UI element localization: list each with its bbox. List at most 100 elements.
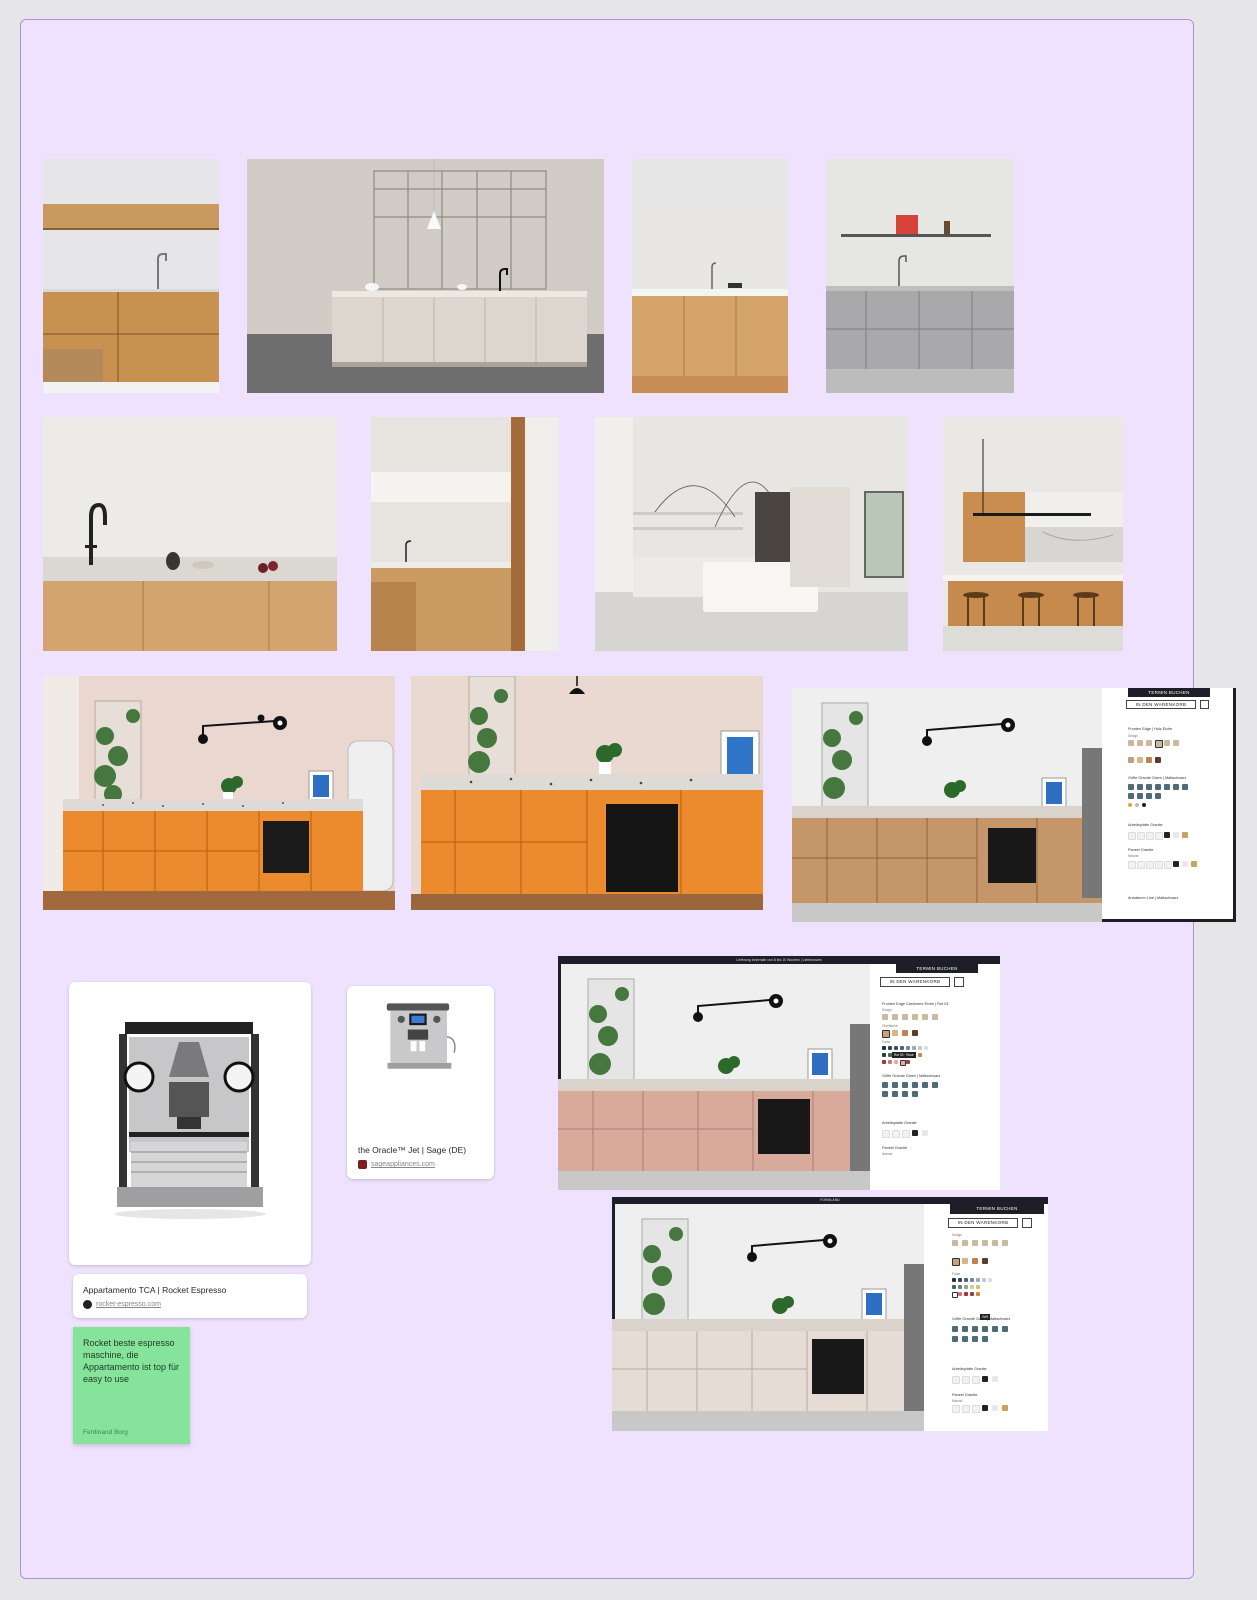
swatch[interactable] [1128,793,1134,799]
swatch[interactable] [1155,757,1161,763]
section-panel-label[interactable]: Paneel Granite [952,1393,977,1397]
swatch[interactable] [902,1091,908,1097]
swatch[interactable] [906,1046,910,1050]
swatch[interactable] [982,1240,988,1246]
swatch[interactable] [952,1240,958,1246]
kitchen-black-faucet-photo[interactable] [43,417,337,651]
swatch[interactable] [982,1405,988,1411]
swatch[interactable] [882,1130,890,1138]
swatch[interactable] [1128,784,1134,790]
swatch[interactable] [1191,861,1197,867]
rocket-espresso-link-card[interactable]: Appartamento TCA | Rocket Espresso rocke… [73,1274,307,1318]
swatch[interactable] [1002,1326,1008,1332]
swatch[interactable] [888,1060,892,1064]
kitchen-doorway-photo[interactable] [371,417,559,651]
swatch[interactable] [1137,784,1143,790]
swatch[interactable] [1155,793,1161,799]
rocket-espresso-image-card[interactable] [69,982,311,1265]
swatch[interactable] [958,1285,962,1289]
swatch[interactable] [1146,757,1152,763]
sage-oracle-link-card[interactable]: the Oracle™ Jet | Sage (DE) sageapplianc… [347,986,494,1179]
swatch[interactable] [958,1278,962,1282]
swatch[interactable] [972,1336,978,1342]
sticky-note[interactable]: Rocket beste espresso maschine, die Appa… [73,1327,190,1444]
swatch[interactable] [882,1030,890,1038]
swatch[interactable] [894,1046,898,1050]
swatch[interactable] [882,1046,886,1050]
swatch[interactable] [1155,832,1163,840]
swatch[interactable] [1155,861,1163,869]
add-to-cart-button[interactable]: IN DEN WARENKORB [1126,700,1196,709]
kitchen-orange-photo[interactable] [43,676,395,910]
swatch[interactable] [982,1336,988,1342]
swatch[interactable] [1146,861,1154,869]
swatch[interactable] [1128,803,1132,807]
section-worktop-label[interactable]: Arbeitsplatte Granite [952,1367,987,1371]
kitchen-stools-photo[interactable] [943,417,1123,651]
swatch[interactable] [964,1278,968,1282]
swatch[interactable] [892,1030,898,1036]
swatch[interactable] [972,1258,978,1264]
swatch[interactable] [902,1130,910,1138]
swatch[interactable] [1146,740,1152,746]
swatch[interactable] [932,1014,938,1020]
swatch[interactable] [958,1292,962,1296]
swatch[interactable] [970,1285,974,1289]
swatch[interactable] [992,1240,998,1246]
swatch[interactable] [1142,803,1146,807]
swatch[interactable] [902,1082,908,1088]
swatch[interactable] [1182,832,1188,838]
swatch[interactable] [1155,740,1163,748]
swatch[interactable] [1128,832,1136,840]
swatch[interactable] [1146,793,1152,799]
swatch[interactable] [900,1046,904,1050]
swatch[interactable] [1137,740,1143,746]
link-url[interactable]: sageappliances.com [371,1161,435,1168]
swatch[interactable] [964,1292,968,1296]
swatch[interactable] [922,1014,928,1020]
section-handles-label[interactable]: Griffe Grande Gwen | Mattschwarz [1128,776,1186,780]
book-appointment-button[interactable]: TERMIN BUCHEN [950,1204,1044,1214]
section-panel-label[interactable]: Paneel Granite [882,1146,907,1150]
swatch[interactable] [892,1130,900,1138]
section-worktop-label[interactable]: Arbeitsplatte Granite [882,1121,917,1125]
swatch[interactable] [882,1082,888,1088]
swatch[interactable] [1173,740,1179,746]
swatch[interactable] [962,1376,970,1384]
add-to-cart-button[interactable]: IN DEN WARENKORB [948,1218,1018,1228]
section-worktop-label[interactable]: Arbeitsplatte Granite [1128,823,1163,827]
swatch[interactable] [912,1130,918,1136]
swatch[interactable] [924,1046,928,1050]
swatch[interactable] [1155,784,1161,790]
kitchen-configurator-screenshot-oak[interactable]: TERMIN BUCHEN IN DEN WARENKORB Fronten E… [792,688,1236,922]
swatch[interactable] [882,1060,886,1064]
swatch[interactable] [1137,861,1145,869]
swatch[interactable] [1182,784,1188,790]
swatch[interactable] [982,1258,988,1264]
swatch[interactable] [1164,784,1170,790]
swatch[interactable] [892,1082,898,1088]
swatch[interactable] [1146,784,1152,790]
swatch[interactable] [962,1405,970,1413]
swatch[interactable] [1002,1240,1008,1246]
swatch[interactable] [972,1326,978,1332]
swatch[interactable] [922,1130,928,1136]
swatch[interactable] [1164,832,1170,838]
swatch[interactable] [992,1405,998,1411]
cart-icon[interactable] [954,977,964,987]
swatch[interactable] [1137,832,1145,840]
swatch[interactable] [892,1014,898,1020]
swatch[interactable] [918,1053,922,1057]
swatch[interactable] [1137,793,1143,799]
section-handles-label[interactable]: Griffe Grande Gwen | Mattschwarz [882,1074,940,1078]
swatch[interactable] [962,1258,968,1264]
swatch[interactable] [962,1326,968,1332]
section-panel-label[interactable]: Paneel Granite [1128,848,1153,852]
swatch[interactable] [1002,1405,1008,1411]
swatch[interactable] [962,1336,968,1342]
swatch[interactable] [912,1014,918,1020]
swatch[interactable] [1135,803,1139,807]
swatch[interactable] [1128,740,1134,746]
swatch[interactable] [888,1046,892,1050]
swatch[interactable] [1182,861,1188,867]
